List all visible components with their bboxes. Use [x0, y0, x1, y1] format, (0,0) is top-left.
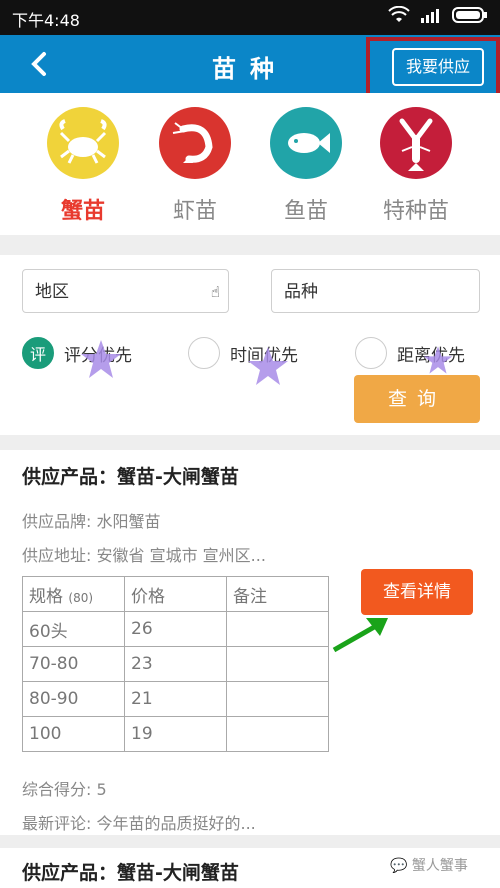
- table-cell: [226, 646, 329, 682]
- category-fish[interactable]: 鱼苗: [256, 107, 356, 225]
- table-cell: 80-90: [22, 681, 125, 717]
- view-detail-button[interactable]: 查看详情: [361, 569, 473, 615]
- score-line: 综合得分: 5: [22, 780, 107, 799]
- table-cell: 26: [124, 611, 227, 647]
- table-cell: 19: [124, 716, 227, 752]
- signal-icon: [421, 9, 439, 23]
- variety-select-label: 品种: [284, 282, 318, 302]
- radio-check-icon: 评: [22, 337, 54, 369]
- table-row: 70-80 23: [22, 646, 329, 682]
- category-special[interactable]: 特种苗: [366, 107, 466, 225]
- watermark-text: 蟹人蟹事: [411, 858, 468, 874]
- table-row: 100 19: [22, 716, 329, 752]
- section-divider: [0, 235, 500, 255]
- category-crab[interactable]: 蟹苗: [33, 107, 133, 225]
- fish-icon: [270, 107, 342, 179]
- watermark: 💬 蟹人蟹事: [390, 855, 468, 875]
- category-shrimp[interactable]: 虾苗: [145, 107, 245, 225]
- status-icons: [388, 6, 488, 24]
- product-name: 供应产品：蟹苗-大闸蟹苗: [22, 862, 239, 884]
- battery-icon: [452, 7, 487, 23]
- comment-line: 最新评论: 今年苗的品质挺好的...: [22, 814, 256, 833]
- green-pointer-arrow-icon: [332, 618, 388, 653]
- star-icon: [81, 340, 121, 378]
- table-cell: 23: [124, 646, 227, 682]
- table-header: 备注: [226, 576, 329, 612]
- wechat-icon: 💬: [390, 858, 408, 874]
- star-icon: [248, 347, 288, 385]
- wifi-icon: [388, 6, 410, 22]
- table-cell: 70-80: [22, 646, 125, 682]
- query-button[interactable]: 查询: [354, 375, 480, 423]
- table-cell: [226, 716, 329, 752]
- radio-empty-icon: [188, 337, 220, 369]
- crab-icon: [47, 107, 119, 179]
- variety-select[interactable]: 品种: [271, 269, 480, 313]
- product-name: 供应产品：蟹苗-大闸蟹苗: [22, 466, 239, 488]
- category-label-shrimp: 虾苗: [172, 199, 217, 224]
- spec-table: 规格 (80) 价格 备注 60头 26 70-80 23 80-90 21 1…: [22, 576, 329, 752]
- status-bar: 下午4:48: [0, 0, 500, 35]
- highlight-box: [366, 37, 500, 101]
- table-cell: 21: [124, 681, 227, 717]
- table-cell: [226, 681, 329, 717]
- table-header-note: (80): [68, 590, 94, 605]
- star-icon: [423, 346, 453, 374]
- table-header-row: 规格 (80) 价格 备注: [22, 576, 329, 612]
- hand-pointer-icon: ☝: [210, 283, 220, 301]
- table-cell: [226, 611, 329, 647]
- table-cell: 100: [22, 716, 125, 752]
- section-divider: [0, 835, 500, 848]
- location-line: 供应地址: 安徽省 宣城市 宣州区...: [22, 546, 266, 565]
- category-label-fish: 鱼苗: [283, 199, 328, 224]
- region-select[interactable]: 地区 ☝: [22, 269, 229, 313]
- table-header: 规格 (80): [22, 576, 125, 612]
- status-time: 下午4:48: [12, 11, 80, 30]
- table-cell: 60头: [22, 611, 125, 647]
- table-row: 80-90 21: [22, 681, 329, 717]
- category-bar: 蟹苗 虾苗 鱼苗 特种苗: [0, 93, 500, 235]
- supply-card[interactable]: 供应产品：蟹苗-大闸蟹苗 供应品牌: 水阳蟹苗 供应地址: 安徽省 宣城市 宣州…: [0, 450, 500, 835]
- shrimp-icon: [159, 107, 231, 179]
- table-header: 价格: [124, 576, 227, 612]
- radio-empty-icon: [355, 337, 387, 369]
- category-label-special: 特种苗: [382, 199, 449, 224]
- category-label-crab: 蟹苗: [60, 199, 105, 224]
- table-row: 60头 26: [22, 611, 329, 647]
- region-select-label: 地区: [35, 282, 69, 302]
- brand-line: 供应品牌: 水阳蟹苗: [22, 512, 161, 531]
- lobster-icon: [380, 107, 452, 179]
- section-divider: [0, 435, 500, 450]
